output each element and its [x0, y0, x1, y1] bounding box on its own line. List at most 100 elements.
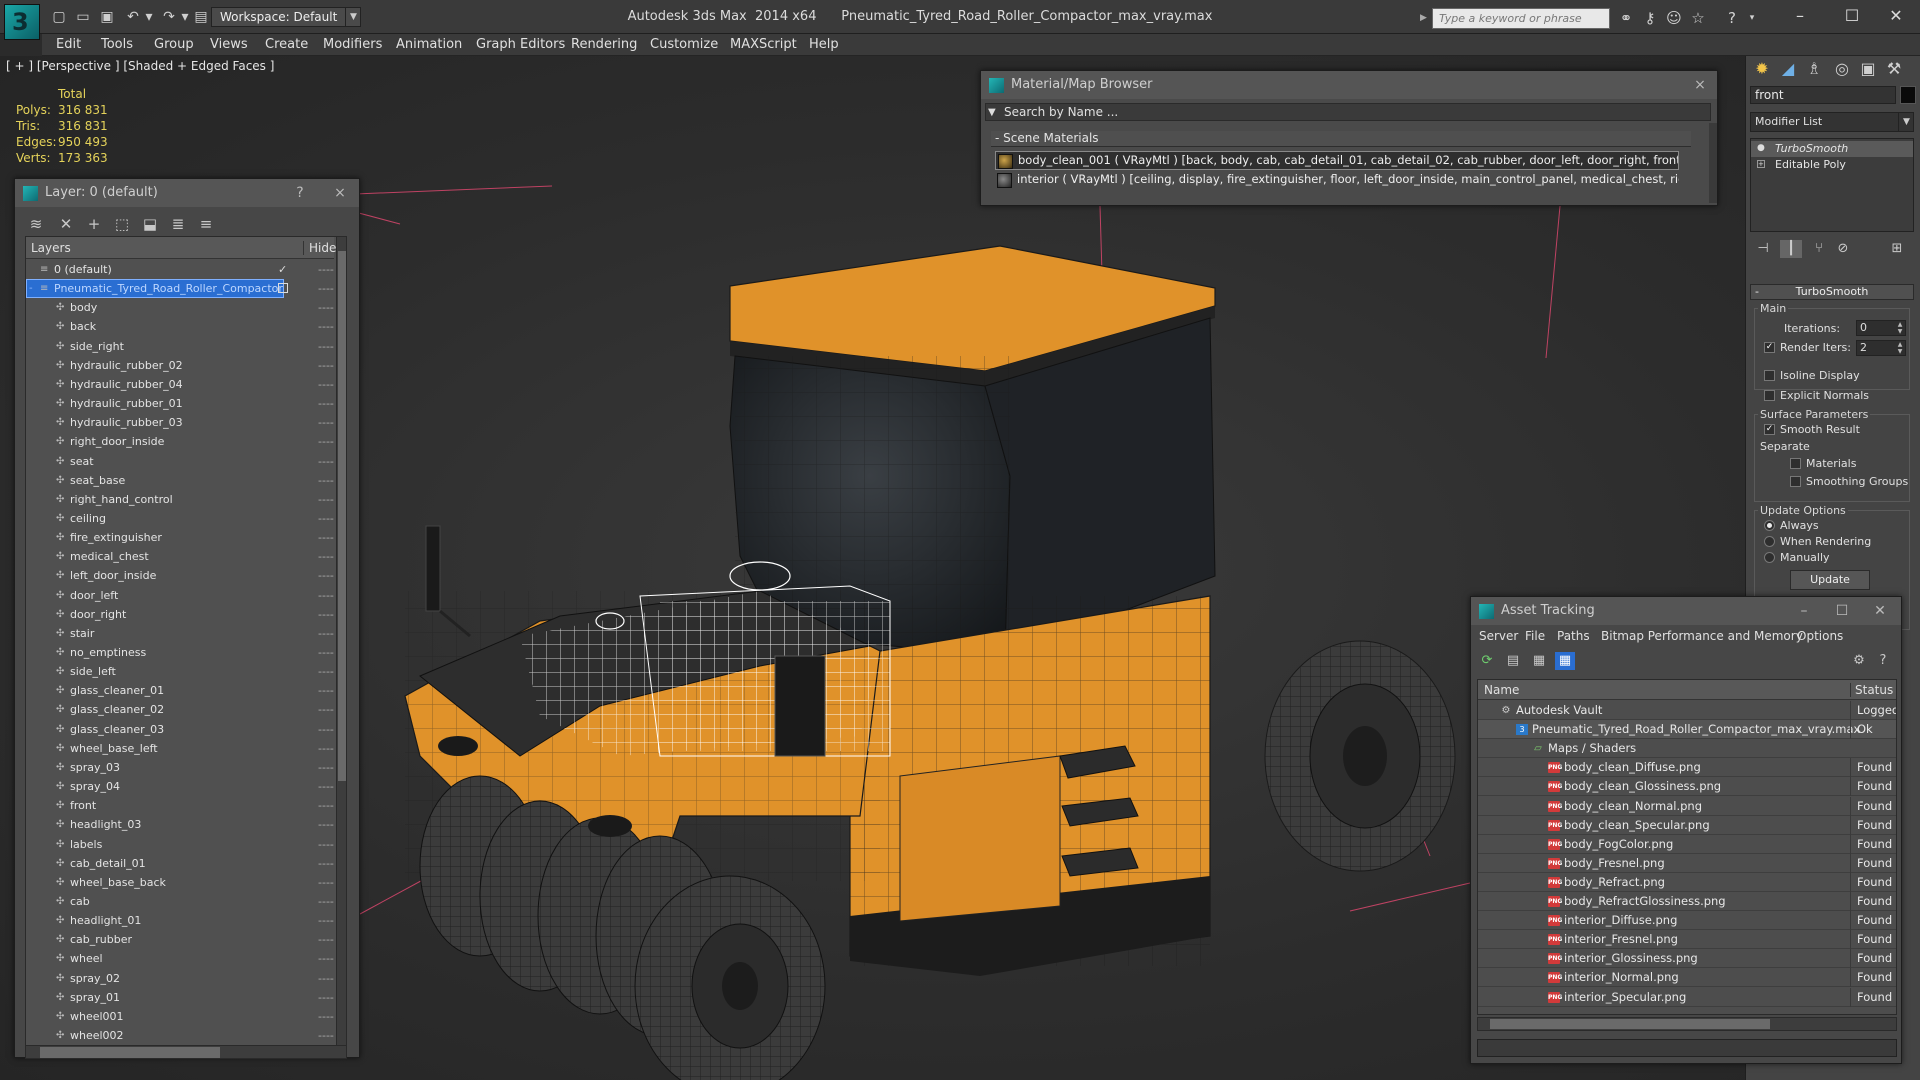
- hide-toggle[interactable]: ----: [318, 911, 334, 930]
- hide-toggle[interactable]: ----: [318, 394, 334, 413]
- menu-graph-editors[interactable]: Graph Editors: [476, 37, 565, 52]
- chevron-down-icon[interactable]: ▼: [345, 7, 361, 27]
- smoothing-groups-checkbox[interactable]: [1790, 476, 1801, 487]
- close-icon[interactable]: ✕: [1876, 4, 1916, 28]
- make-unique-icon[interactable]: ⑂: [1808, 240, 1830, 258]
- project-folder-icon[interactable]: ▤: [192, 9, 210, 26]
- material-search-input[interactable]: ▼ Search by Name ...: [985, 103, 1711, 121]
- hide-toggle[interactable]: ----: [318, 317, 334, 336]
- menu-edit[interactable]: Edit: [56, 37, 81, 52]
- layer-object-row[interactable]: ✣ side_right ----: [26, 337, 334, 356]
- options-dropdown-icon[interactable]: ▼: [988, 104, 996, 122]
- hide-toggle[interactable]: ----: [318, 988, 334, 1007]
- list-view-icon[interactable]: ▤: [1503, 652, 1523, 670]
- layer-object-row[interactable]: ✣ hydraulic_rubber_03 ----: [26, 413, 334, 432]
- maximize-icon[interactable]: ☐: [1832, 4, 1872, 28]
- layer-object-row[interactable]: ✣ glass_cleaner_01 ----: [26, 681, 334, 700]
- layer-object-row[interactable]: ✣ hydraulic_rubber_04 ----: [26, 375, 334, 394]
- menu-views[interactable]: Views: [210, 37, 248, 52]
- layer-object-row[interactable]: ✣ fire_extinguisher ----: [26, 528, 334, 547]
- hide-toggle[interactable]: ----: [318, 605, 334, 624]
- binoculars-icon[interactable]: ⚭: [1616, 9, 1636, 27]
- column-header-hide[interactable]: Hide: [303, 241, 336, 255]
- search-input[interactable]: Type a keyword or phrase: [1432, 8, 1610, 29]
- menu-modifiers[interactable]: Modifiers: [323, 37, 382, 52]
- explicit-normals-checkbox[interactable]: [1764, 390, 1775, 401]
- hide-toggle[interactable]: ----: [318, 566, 334, 585]
- layer-object-row[interactable]: ✣ wheel002 ----: [26, 1026, 334, 1045]
- layer-object-row[interactable]: ✣ medical_chest ----: [26, 547, 334, 566]
- hide-toggle[interactable]: ----: [318, 490, 334, 509]
- asset-row[interactable]: PNG interior_Specular.png Found: [1478, 987, 1896, 1007]
- minimize-icon[interactable]: –: [1780, 4, 1820, 28]
- display-tab-icon[interactable]: ▣: [1856, 56, 1880, 82]
- rollout-header[interactable]: - TurboSmooth: [1750, 284, 1914, 300]
- layer-object-row[interactable]: ✣ glass_cleaner_02 ----: [26, 700, 334, 719]
- help-dropdown-icon[interactable]: ▾: [1742, 9, 1762, 27]
- spinner-arrows-icon[interactable]: ▲ ▼: [1896, 321, 1904, 335]
- spinner-arrows-icon[interactable]: ▲ ▼: [1896, 341, 1904, 355]
- stack-item-editable-poly[interactable]: + Editable Poly: [1751, 157, 1913, 173]
- modifier-stack[interactable]: ● TurboSmooth + Editable Poly: [1750, 138, 1914, 232]
- motion-tab-icon[interactable]: ◎: [1830, 56, 1854, 82]
- hide-toggle[interactable]: ----: [318, 509, 334, 528]
- menu-tools[interactable]: Tools: [101, 37, 133, 52]
- layer-object-row[interactable]: ✣ door_right ----: [26, 605, 334, 624]
- menu-rendering[interactable]: Rendering: [571, 37, 637, 52]
- scrollbar-thumb[interactable]: [40, 1047, 220, 1058]
- hide-toggle[interactable]: ----: [318, 432, 334, 451]
- column-header-name[interactable]: Name: [1484, 683, 1519, 697]
- settings-icon[interactable]: ⚙: [1849, 652, 1869, 670]
- layer-object-row[interactable]: ✣ seat ----: [26, 452, 334, 471]
- undo-dropdown-icon[interactable]: ▾: [140, 9, 158, 26]
- layer-object-row[interactable]: ✣ side_left ----: [26, 662, 334, 681]
- layer-object-row[interactable]: ✣ body ----: [26, 298, 334, 317]
- viewport-label[interactable]: [ + ] [Perspective ] [Shaded + Edged Fac…: [6, 59, 274, 73]
- hide-toggle[interactable]: ----: [318, 681, 334, 700]
- hide-toggle[interactable]: ----: [318, 949, 334, 968]
- menu-help[interactable]: Help: [809, 37, 839, 52]
- asset-path-field[interactable]: [1477, 1039, 1897, 1057]
- layer-object-row[interactable]: ✣ right_door_inside ----: [26, 432, 334, 451]
- collapse-arrow-icon[interactable]: ▶: [1420, 8, 1432, 29]
- hide-toggle[interactable]: ----: [318, 662, 334, 681]
- hide-toggle[interactable]: ----: [318, 547, 334, 566]
- material-row[interactable]: interior ( VRayMtl ) [ceiling, display, …: [995, 171, 1679, 190]
- vertical-scrollbar[interactable]: [336, 237, 346, 1045]
- object-color-swatch[interactable]: [1900, 86, 1916, 104]
- materials-checkbox[interactable]: [1790, 458, 1801, 469]
- menu-customize[interactable]: Customize: [650, 37, 718, 52]
- asset-tracking-titlebar[interactable]: Asset Tracking – ☐ ✕: [1471, 597, 1901, 625]
- layer-object-row[interactable]: ✣ ceiling ----: [26, 509, 334, 528]
- menu-options[interactable]: Options: [1797, 629, 1843, 643]
- column-header-status[interactable]: Status: [1850, 683, 1896, 697]
- scrollbar-thumb[interactable]: [1490, 1019, 1770, 1029]
- layer-object-row[interactable]: ✣ spray_01 ----: [26, 988, 334, 1007]
- asset-row[interactable]: PNG interior_Normal.png Found: [1478, 968, 1896, 988]
- asset-row[interactable]: PNG body_clean_Diffuse.png Found: [1478, 758, 1896, 778]
- hide-toggle[interactable]: ----: [318, 930, 334, 949]
- layer-object-row[interactable]: ✣ spray_04 ----: [26, 777, 334, 796]
- hide-toggle[interactable]: ----: [318, 413, 334, 432]
- help-icon[interactable]: ?: [1873, 652, 1893, 670]
- hide-toggle[interactable]: ----: [318, 796, 334, 815]
- update-button[interactable]: Update: [1790, 570, 1870, 590]
- layer-object-row[interactable]: ✣ right_hand_control ----: [26, 490, 334, 509]
- configure-sets-icon[interactable]: ⊞: [1886, 240, 1908, 258]
- layer-object-row[interactable]: ✣ spray_02 ----: [26, 969, 334, 988]
- workspace-dropdown[interactable]: Workspace: Default: [211, 7, 361, 27]
- key-icon[interactable]: ⚷: [1640, 9, 1660, 27]
- menu-server[interactable]: Server: [1479, 629, 1518, 643]
- always-radio[interactable]: [1764, 520, 1775, 531]
- menu-group[interactable]: Group: [154, 37, 194, 52]
- hide-toggle[interactable]: ----: [318, 528, 334, 547]
- person-icon[interactable]: ☺: [1664, 9, 1684, 27]
- hide-toggle[interactable]: ----: [318, 452, 334, 471]
- utilities-tab-icon[interactable]: ⚒: [1882, 56, 1906, 82]
- layer-row-default[interactable]: ≡ 0 (default) ✓ ----: [26, 260, 334, 279]
- menu-create[interactable]: Create: [265, 37, 308, 52]
- iterations-spinner[interactable]: 0 ▲ ▼: [1856, 320, 1906, 336]
- render-iters-checkbox[interactable]: ✓: [1764, 342, 1775, 353]
- when-rendering-radio[interactable]: [1764, 536, 1775, 547]
- select-objects-icon[interactable]: ⬚: [111, 214, 133, 234]
